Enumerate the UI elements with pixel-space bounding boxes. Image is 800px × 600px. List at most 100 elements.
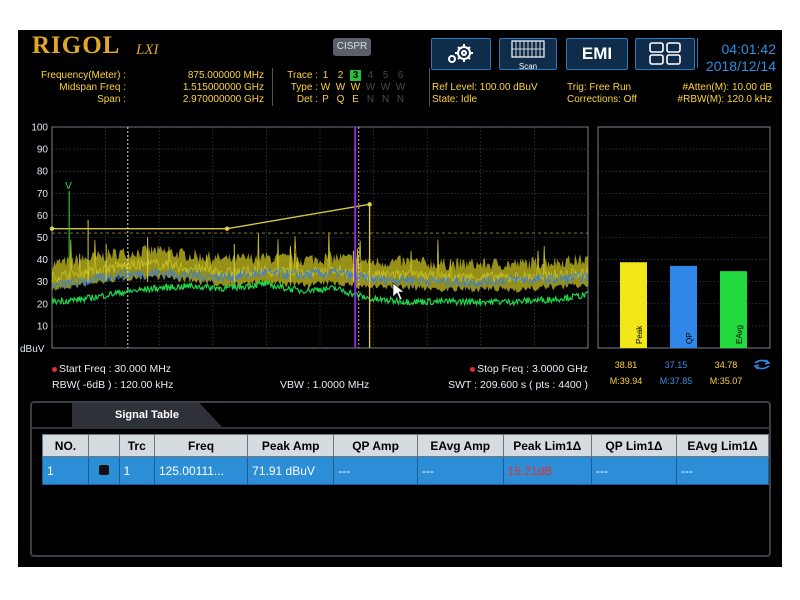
trace-num-1[interactable]: 1 bbox=[320, 70, 331, 81]
table-cell: --- bbox=[416, 456, 504, 485]
clock-time: 04:01:42 bbox=[721, 41, 777, 57]
bar-max-qp: M:37.85 bbox=[659, 376, 693, 386]
det-label: Det : bbox=[296, 94, 318, 105]
analyzer-screen: RIGOL LXI CISPR Frequency(Meter) : Midsp… bbox=[18, 30, 782, 567]
limit-point bbox=[49, 226, 55, 231]
detector-bar-panel: Peak QP EAvg bbox=[597, 126, 771, 349]
stop-freq: Stop Freq : 3.0000 GHz bbox=[458, 363, 588, 375]
layout-button[interactable] bbox=[635, 38, 695, 70]
trace-type-4: W bbox=[365, 82, 376, 93]
table-cell: 16.21dB bbox=[502, 456, 592, 485]
rbw-text: RBW( -6dB ) : 120.00 kHz bbox=[52, 379, 174, 391]
atten-text: #Atten(M): 10.00 dB bbox=[682, 82, 773, 93]
column-header[interactable]: Peak Amp bbox=[247, 434, 335, 457]
column-header[interactable]: EAvg Amp bbox=[416, 434, 504, 457]
column-header[interactable]: Trc bbox=[118, 434, 155, 457]
column-header[interactable]: NO. bbox=[42, 434, 89, 457]
y-unit-label: dBuV bbox=[20, 344, 45, 355]
bar-value-eavg: 34.78 bbox=[714, 360, 738, 370]
rigol-logo: RIGOL bbox=[32, 32, 121, 59]
trace-num-4[interactable]: 4 bbox=[365, 70, 376, 81]
freq-meter-label: Frequency(Meter) : bbox=[40, 70, 126, 81]
swt-text: SWT : 209.600 s ( pts : 4400 ) bbox=[448, 379, 588, 391]
vbw-text: VBW : 1.0000 MHz bbox=[280, 379, 370, 391]
table-header-row: NO. Trc Freq Peak Amp QP Amp EAvg Amp Peak Lim… bbox=[42, 434, 769, 457]
state-text: State: Idle bbox=[432, 94, 478, 105]
limit-point bbox=[224, 226, 230, 231]
scan-button[interactable]: Scan bbox=[499, 38, 557, 71]
freq-meter-value: 875.000000 MHz bbox=[187, 70, 264, 81]
start-freq: Start Freq : 30.000 MHz bbox=[52, 363, 171, 375]
bar-max-eavg: M:35.07 bbox=[709, 376, 743, 386]
trace-num-6[interactable]: 6 bbox=[395, 70, 406, 81]
rbw-m-text: #RBW(M): 120.0 kHz bbox=[677, 94, 772, 105]
trace-det-1: P bbox=[322, 94, 329, 105]
table-row[interactable]: 1 1 125.00111... 71.91 dBuV --- --- 16.21dB ---… bbox=[42, 456, 769, 485]
header-divider bbox=[429, 68, 430, 106]
trace-type-3: W bbox=[350, 82, 361, 93]
y-tick-label: 30 bbox=[37, 277, 49, 288]
y-tick-label: 80 bbox=[37, 167, 49, 178]
tab-underline bbox=[32, 427, 769, 429]
bar-label: Peak bbox=[635, 325, 644, 344]
header-divider bbox=[697, 38, 698, 68]
refresh-arrows-icon[interactable] bbox=[753, 358, 771, 370]
trace-type-5: W bbox=[380, 82, 391, 93]
bar-label: EAvg bbox=[735, 325, 744, 344]
y-tick-label: 20 bbox=[37, 299, 49, 310]
scan-label: Scan bbox=[518, 62, 538, 71]
scan-icon bbox=[511, 40, 545, 58]
y-tick-label: 90 bbox=[37, 145, 49, 156]
trace-grid[interactable]: 123456WWWWWWPQENNN bbox=[320, 68, 430, 108]
table-cell: 71.91 dBuV bbox=[247, 456, 335, 485]
bar-value-qp: 37.15 bbox=[664, 360, 688, 370]
span-label: Span : bbox=[97, 94, 126, 105]
type-label: Type : bbox=[290, 82, 318, 93]
table-cell: 1 bbox=[118, 456, 155, 485]
span-value: 2.970000000 GHz bbox=[182, 94, 264, 105]
table-cell: --- bbox=[333, 456, 418, 485]
column-header[interactable] bbox=[87, 434, 120, 457]
bar-values: 38.81 M:39.94 37.15 M:37.85 34.78 M:35.07 bbox=[602, 360, 772, 400]
row-checkbox[interactable] bbox=[98, 464, 109, 475]
bar-label: QP bbox=[685, 332, 694, 344]
trace-det-4: N bbox=[366, 94, 375, 105]
row-checkbox-cell bbox=[87, 456, 120, 485]
ref-level: Ref Level: 100.00 dBuV bbox=[432, 82, 538, 93]
trace-num-2[interactable]: 2 bbox=[335, 70, 346, 81]
signal-table-panel: Signal Table NO. Trc Freq Peak Amp QP Amp EAv… bbox=[30, 401, 771, 557]
tab-signal-table[interactable]: Signal Table bbox=[72, 403, 222, 427]
corrections-text: Corrections: Off bbox=[567, 94, 637, 105]
column-header[interactable]: EAvg Lim1Δ bbox=[676, 434, 769, 457]
bar-value-peak: 38.81 bbox=[614, 360, 638, 370]
settings-button[interactable] bbox=[431, 38, 491, 70]
column-header[interactable]: QP Amp bbox=[333, 434, 418, 457]
column-header[interactable]: Freq bbox=[153, 434, 249, 457]
cispr-badge[interactable]: CISPR bbox=[333, 38, 371, 56]
trace-det-2: Q bbox=[336, 94, 345, 105]
trace-label: Trace : bbox=[287, 70, 318, 81]
stop-freq-text: Stop Freq : 3.0000 GHz bbox=[477, 363, 588, 375]
emi-button[interactable]: EMI bbox=[566, 38, 628, 70]
limit-point bbox=[367, 202, 372, 207]
trace-num-3[interactable]: 3 bbox=[350, 70, 361, 81]
trace-num-5[interactable]: 5 bbox=[380, 70, 391, 81]
column-header[interactable]: Peak Lim1Δ bbox=[502, 434, 592, 457]
marker-1-label[interactable]: V bbox=[65, 181, 72, 192]
lxi-logo: LXI bbox=[136, 42, 159, 58]
table-cell: --- bbox=[676, 456, 769, 485]
trace-det-5: N bbox=[381, 94, 390, 105]
window-layout-icon bbox=[649, 42, 681, 65]
trace-det-6: N bbox=[396, 94, 405, 105]
signal-table: NO. Trc Freq Peak Amp QP Amp EAvg Amp Peak Lim… bbox=[42, 434, 769, 485]
y-tick-label: 100 bbox=[31, 123, 48, 134]
gear-icon bbox=[448, 44, 473, 63]
y-tick-label: 40 bbox=[37, 255, 49, 266]
y-tick-label: 60 bbox=[37, 211, 49, 222]
trace-type-6: W bbox=[395, 82, 406, 93]
midspan-freq-value: 1.515000000 GHz bbox=[182, 82, 264, 93]
column-header[interactable]: QP Lim1Δ bbox=[590, 434, 678, 457]
start-marker-dot bbox=[52, 366, 57, 372]
start-freq-text: Start Freq : 30.000 MHz bbox=[59, 363, 172, 375]
y-tick-label: 50 bbox=[37, 233, 49, 244]
